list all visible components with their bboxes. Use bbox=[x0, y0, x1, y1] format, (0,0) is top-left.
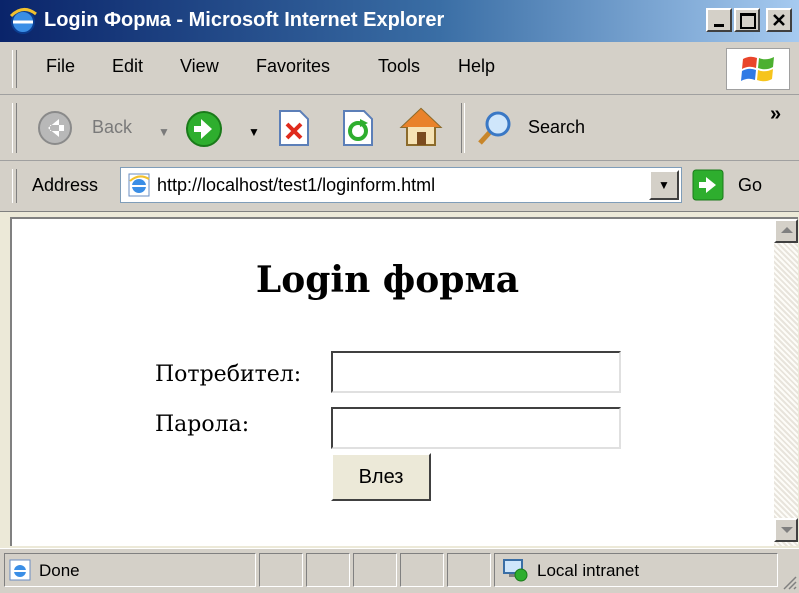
minimize-icon bbox=[714, 24, 724, 27]
status-panel bbox=[306, 553, 350, 587]
vertical-scrollbar[interactable] bbox=[774, 219, 798, 546]
status-panel bbox=[259, 553, 303, 587]
username-label: Потребител: bbox=[155, 362, 302, 387]
menu-edit[interactable]: Edit bbox=[112, 56, 143, 77]
page-done-icon bbox=[9, 559, 31, 581]
zone-text: Local intranet bbox=[537, 561, 640, 580]
status-text: Done bbox=[39, 561, 80, 580]
status-panel bbox=[447, 553, 491, 587]
status-bar: Done Local intranet bbox=[0, 548, 799, 593]
window-title: Login Форма - Microsoft Internet Explore… bbox=[44, 9, 445, 31]
minimize-button[interactable] bbox=[706, 8, 732, 32]
scroll-down-icon bbox=[781, 527, 793, 533]
password-input[interactable] bbox=[331, 407, 621, 449]
forward-dropdown-icon[interactable]: ▼ bbox=[248, 125, 260, 139]
address-grip[interactable] bbox=[12, 169, 17, 203]
search-button[interactable]: Search bbox=[472, 107, 602, 149]
go-label: Go bbox=[738, 175, 763, 195]
maximize-icon bbox=[740, 13, 756, 29]
menu-grip[interactable] bbox=[12, 50, 17, 88]
scroll-up-icon bbox=[781, 227, 793, 233]
address-input[interactable]: http://localhost/test1/loginform.html ▼ bbox=[120, 167, 682, 203]
zone-panel: Local intranet bbox=[494, 553, 778, 587]
windows-flag-icon bbox=[741, 56, 774, 82]
menu-tools[interactable]: Tools bbox=[378, 56, 420, 77]
page-title: Login форма bbox=[255, 259, 520, 301]
toolbar-grip[interactable] bbox=[12, 103, 17, 153]
menu-favorites[interactable]: Favorites bbox=[256, 56, 330, 77]
page-icon bbox=[128, 173, 150, 197]
back-arrow-icon bbox=[38, 111, 72, 145]
status-panel bbox=[400, 553, 444, 587]
title-bar[interactable]: Login Форма - Microsoft Internet Explore… bbox=[0, 0, 799, 42]
go-button[interactable]: Go bbox=[692, 168, 780, 202]
resize-grip-icon[interactable] bbox=[780, 573, 798, 591]
back-dropdown-icon[interactable]: ▼ bbox=[158, 125, 170, 139]
menu-bar: File Edit View Favorites Tools Help bbox=[0, 42, 799, 95]
home-icon[interactable] bbox=[398, 105, 444, 149]
page-viewport: Login форма Потребител: Парола: Влез bbox=[10, 217, 798, 546]
close-button[interactable] bbox=[766, 8, 792, 32]
menu-file[interactable]: File bbox=[46, 56, 75, 77]
menu-help[interactable]: Help bbox=[458, 56, 495, 77]
password-label: Парола: bbox=[155, 412, 250, 437]
login-button[interactable]: Влез bbox=[331, 453, 431, 501]
ie-icon bbox=[9, 8, 37, 34]
menu-view[interactable]: View bbox=[180, 56, 219, 77]
back-button[interactable]: Back bbox=[36, 107, 164, 149]
windows-logo bbox=[726, 48, 790, 90]
status-text-panel: Done bbox=[4, 553, 256, 587]
address-label: Address bbox=[32, 175, 99, 195]
username-input[interactable] bbox=[331, 351, 621, 393]
close-icon bbox=[773, 14, 785, 26]
scroll-up-button[interactable] bbox=[774, 219, 798, 243]
back-label: Back bbox=[92, 117, 133, 137]
search-label: Search bbox=[528, 117, 586, 137]
maximize-button[interactable] bbox=[734, 8, 760, 32]
toolbar-overflow-icon[interactable]: » bbox=[770, 103, 781, 126]
stop-icon[interactable] bbox=[276, 109, 312, 147]
toolbar-separator bbox=[461, 103, 465, 153]
local-intranet-icon bbox=[503, 559, 528, 582]
go-arrow-icon bbox=[692, 169, 724, 201]
refresh-icon[interactable] bbox=[340, 109, 376, 147]
toolbar: Back ▼ ▼ Search » bbox=[0, 95, 799, 161]
forward-arrow-icon[interactable] bbox=[184, 109, 224, 149]
search-icon bbox=[478, 111, 511, 145]
address-url: http://localhost/test1/loginform.html bbox=[157, 175, 436, 195]
status-panel bbox=[353, 553, 397, 587]
scroll-down-button[interactable] bbox=[774, 518, 798, 542]
address-dropdown-icon[interactable]: ▼ bbox=[649, 170, 679, 200]
